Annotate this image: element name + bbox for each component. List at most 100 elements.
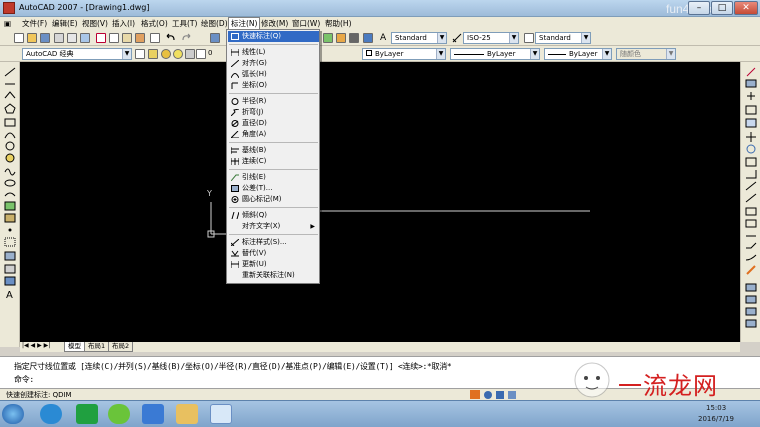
dd-reassociate[interactable]: 重新关联标注(N) [228,270,319,281]
dd-arc-length[interactable]: 弧长(H) [228,69,319,80]
text-style-select[interactable]: Standard ▼ [391,32,447,44]
plot-style-select[interactable]: 随颜色 ▼ [616,48,676,60]
close-button[interactable]: ✕ [734,1,758,15]
menu-file[interactable]: 文件(F) [20,18,49,29]
command-prompt[interactable]: 命令: [14,374,34,385]
preview-icon[interactable] [67,33,77,43]
dd-oblique[interactable]: 倾斜(Q) [228,210,319,221]
lineweight-select[interactable]: ByLayer ▼ [544,48,612,60]
dd-label: 折弯(J) [242,108,264,116]
dd-ordinate[interactable]: 坐标(O) [228,80,319,91]
table-style-select[interactable]: Standard ▼ [535,32,591,44]
separator [229,234,318,235]
paste-icon[interactable] [122,33,132,43]
dd-leader[interactable]: 引线(E) [228,172,319,183]
dd-update[interactable]: 更新(U) [228,259,319,270]
text-style-icon: A [380,33,390,43]
menu-tools[interactable]: 工具(T) [170,18,199,29]
layer-freeze-icon[interactable] [173,49,183,59]
undo-icon[interactable] [166,33,176,43]
layer-manager-icon[interactable] [148,49,158,59]
publish-icon[interactable] [80,33,90,43]
open-icon[interactable] [27,33,37,43]
sheet-app-icon[interactable] [76,404,98,424]
calculator-icon[interactable] [349,33,359,43]
dd-quick-dimension[interactable]: 快速标注(Q) [228,31,319,42]
workspace-settings-icon[interactable] [135,49,145,59]
menu-edit[interactable]: 编辑(E) [50,18,80,29]
dd-linear[interactable]: 线性(L) [228,47,319,58]
draw-order-front-icon [745,295,757,304]
clock-time[interactable]: 15:03 [706,404,726,412]
explorer-icon[interactable] [176,404,198,424]
draw-order-icon [745,283,757,292]
pan-icon[interactable] [210,33,220,43]
cut-icon[interactable] [96,33,106,43]
drawing-canvas[interactable]: Y [20,62,740,342]
match-properties-icon[interactable] [135,33,145,43]
dd-tolerance[interactable]: 公差(T)... [228,183,319,194]
color-select[interactable]: ByLayer ▼ [362,48,446,60]
dd-diameter[interactable]: 直径(D) [228,118,319,129]
dd-jogged[interactable]: 折弯(J) [228,107,319,118]
draw-order-above-icon [745,319,757,328]
separator [229,93,318,94]
copy-icon[interactable] [109,33,119,43]
tray-icon[interactable] [484,391,492,399]
ellipse-icon [4,179,16,187]
dd-label: 更新(U) [242,260,267,268]
menu-format[interactable]: 格式(O) [139,18,170,29]
menu-modify[interactable]: 修改(M) [259,18,290,29]
linetype-select[interactable]: ByLayer ▼ [450,48,540,60]
menu-insert[interactable]: 插入(I) [110,18,137,29]
dim-style-toolbar-icon [452,33,462,43]
layer-select[interactable]: 0 [205,48,225,60]
window-app-icon[interactable] [142,404,164,424]
dd-radius[interactable]: 半径(R) [228,96,319,107]
tab-model[interactable]: 模型 [64,342,85,352]
dd-center-mark[interactable]: 圆心标记(M) [228,194,319,205]
dd-continue[interactable]: 连续(C) [228,156,319,167]
tab-nav-icon[interactable]: |◀ ◀ ▶ ▶| [22,342,50,349]
workspace-select[interactable]: AutoCAD 经典 ▼ [22,48,132,60]
plot-icon[interactable] [54,33,64,43]
clock-date[interactable]: 2016/7/19 [698,415,734,423]
redo-icon[interactable] [181,33,191,43]
keyboard-icon[interactable] [496,391,504,399]
dd-dim-style[interactable]: 标注样式(S)... [228,237,319,248]
region-icon [4,264,16,274]
ime-icon[interactable] [470,390,480,399]
menu-view[interactable]: 视图(V) [80,18,110,29]
layer-on-icon[interactable] [161,49,171,59]
dd-override[interactable]: 替代(V) [228,248,319,259]
tab-layout1[interactable]: 布局1 [84,342,110,352]
dd-align-text[interactable]: 对齐文字(X) ▶ [228,221,319,232]
minimize-button[interactable]: – [688,1,710,15]
new-icon[interactable] [14,33,24,43]
start-button[interactable] [2,404,24,424]
maximize-button[interactable]: □ [711,1,733,15]
autocad-logo-icon [3,2,15,14]
settings-icon[interactable] [508,391,516,399]
dd-aligned[interactable]: 对齐(G) [228,58,319,69]
autocad-task-icon[interactable] [210,404,232,424]
tab-layout2[interactable]: 布局2 [108,342,134,352]
dd-baseline[interactable]: 基线(B) [228,145,319,156]
baseline-icon [230,147,239,154]
menu-window[interactable]: 窗口(W) [290,18,322,29]
dim-style-select[interactable]: ISO-25 ▼ [463,32,519,44]
fillet-icon [745,254,757,261]
dd-angular[interactable]: 角度(A) [228,129,319,140]
save-icon[interactable] [40,33,50,43]
markup-icon[interactable] [363,33,373,43]
layer-lock-icon[interactable] [185,49,195,59]
properties-icon[interactable] [323,33,333,43]
jogged-icon [230,108,240,117]
media-icon[interactable] [108,404,130,424]
linear-icon [230,49,240,56]
menu-help[interactable]: 帮助(H) [323,18,354,29]
block-editor-icon[interactable] [150,33,160,43]
design-center-icon[interactable] [336,33,346,43]
menu-draw[interactable]: 绘图(D) [199,18,230,29]
browser-icon[interactable] [40,404,62,424]
